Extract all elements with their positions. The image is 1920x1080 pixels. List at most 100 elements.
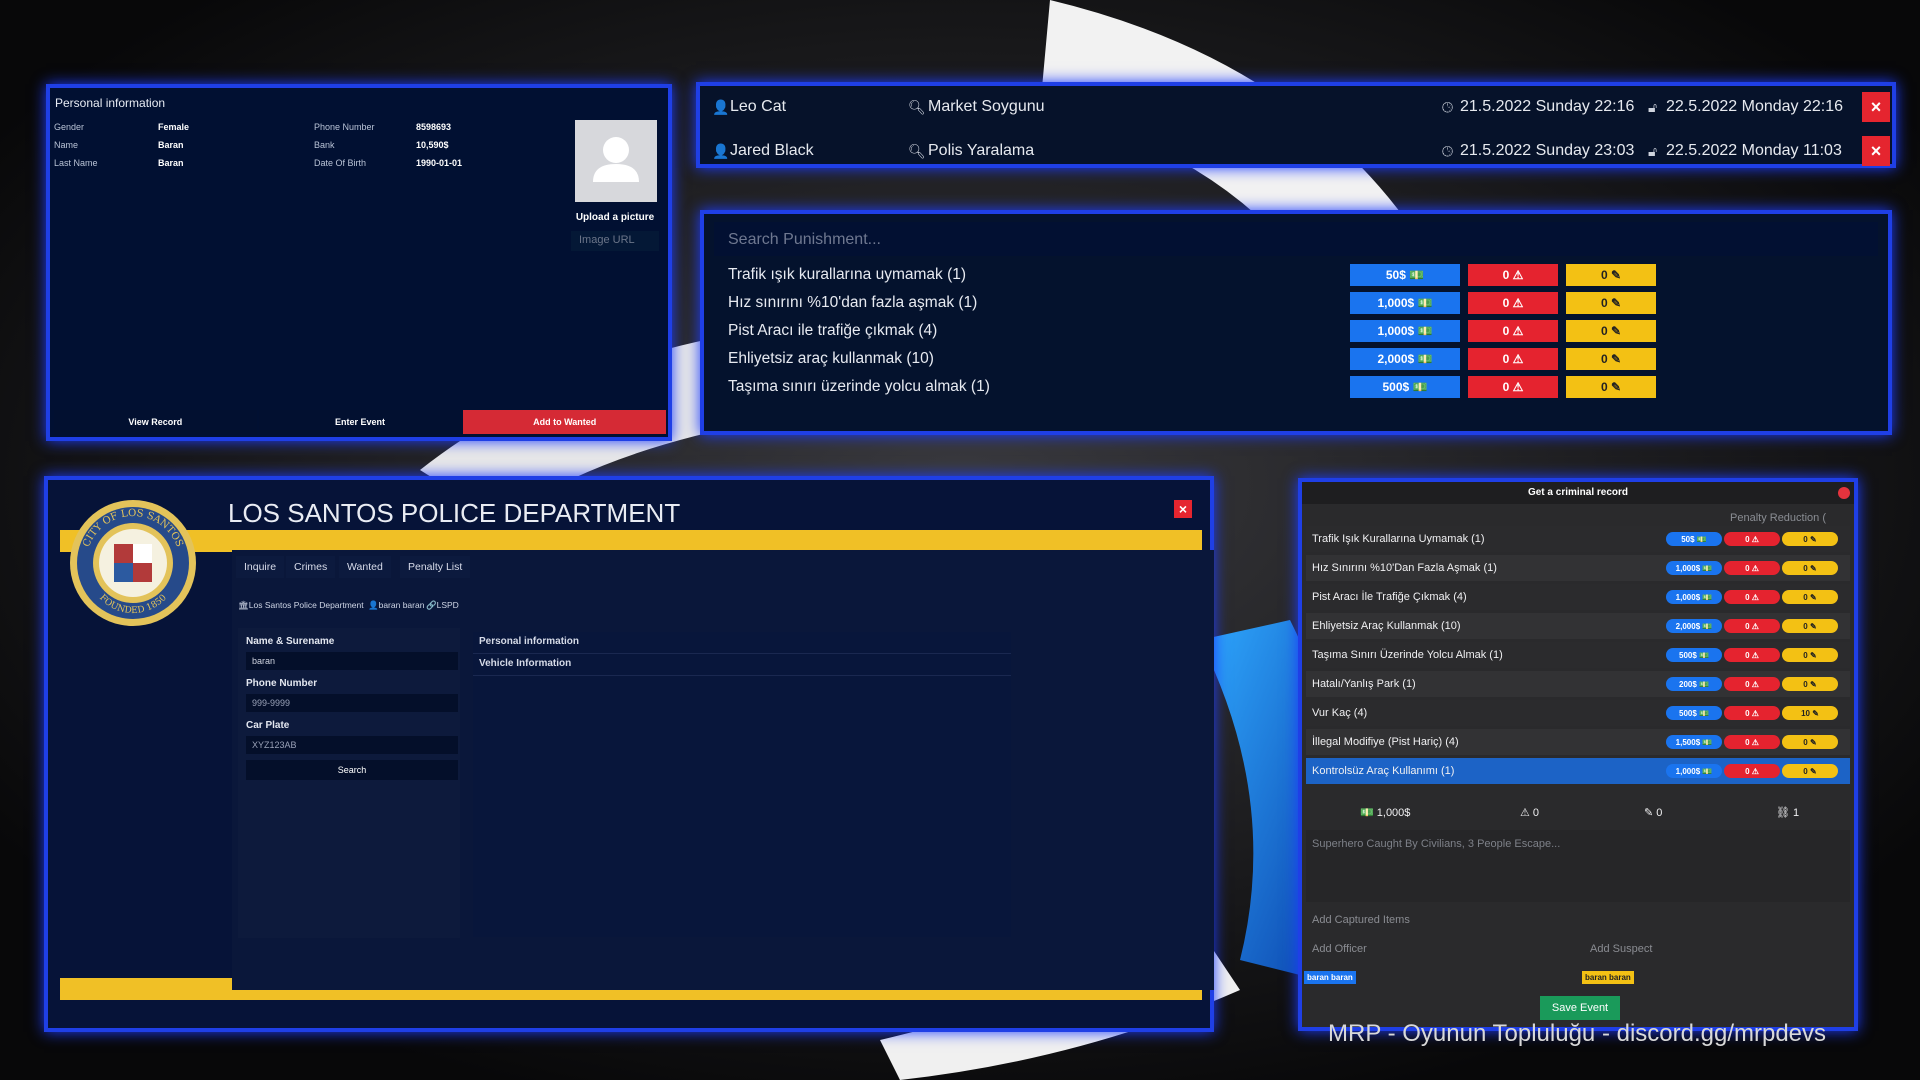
jail-chip[interactable]: 0 ✎ [1566, 320, 1656, 342]
punishment-row[interactable]: Trafik ışık kurallarına uymamak (1) 50$ … [714, 260, 1878, 290]
fine-chip[interactable]: 2,000$ 💵 [1666, 619, 1722, 633]
close-dot-icon[interactable] [1838, 487, 1850, 499]
jail-chip[interactable]: 0 ✎ [1782, 532, 1838, 546]
info-panel: Personal information Vehicle Information [473, 632, 1011, 937]
criminal-record-panel: Get a criminal record Penalty Reduction … [1298, 478, 1858, 1031]
jail-chip[interactable]: 0 ✎ [1782, 619, 1838, 633]
fine-chip[interactable]: 1,000$ 💵 [1350, 320, 1460, 342]
warning-chip[interactable]: 0 ⚠ [1468, 320, 1558, 342]
fine-chip[interactable]: 1,000$ 💵 [1666, 590, 1722, 604]
fine-chip[interactable]: 500$ 💵 [1666, 706, 1722, 720]
jail-chip[interactable]: 10 ✎ [1782, 706, 1838, 720]
jail-chip[interactable]: 0 ✎ [1782, 561, 1838, 575]
fine-chip[interactable]: 50$ 💵 [1350, 264, 1460, 286]
warning-chip[interactable]: 0 ⚠ [1468, 264, 1558, 286]
close-record-button[interactable]: × [1862, 92, 1890, 122]
fine-chip[interactable]: 1,000$ 💵 [1666, 764, 1722, 778]
fine-chip[interactable]: 500$ 💵 [1666, 648, 1722, 662]
criminal-row[interactable]: İllegal Modifiye (Pist Hariç) (4) 1,500$… [1306, 729, 1850, 755]
vehicle-information-item[interactable]: Vehicle Information [473, 654, 1011, 676]
search-button[interactable]: Search [246, 760, 458, 780]
criminal-row[interactable]: Hatalı/Yanlış Park (1) 200$ 💵 0 ⚠ 0 ✎ [1306, 671, 1850, 697]
save-event-button[interactable]: Save Event [1540, 996, 1620, 1020]
fine-chip[interactable]: 200$ 💵 [1666, 677, 1722, 691]
jail-chip[interactable]: 0 ✎ [1782, 677, 1838, 691]
criminal-row[interactable]: Ehliyetsiz Araç Kullanmak (10) 2,000$ 💵 … [1306, 613, 1850, 639]
criminal-row[interactable]: Pist Aracı İle Trafiğe Çıkmak (4) 1,000$… [1306, 584, 1850, 610]
fine-chip[interactable]: 50$ 💵 [1666, 532, 1722, 546]
fine-chip[interactable]: 2,000$ 💵 [1350, 348, 1460, 370]
officer-tag[interactable]: baran baran [1304, 971, 1356, 984]
jail-chip[interactable]: 0 ✎ [1566, 292, 1656, 314]
search-punishment-input[interactable]: Search Punishment... [714, 222, 1878, 256]
jail-chip[interactable]: 0 ✎ [1782, 764, 1838, 778]
captured-items-input[interactable]: Add Captured Items [1306, 908, 1444, 932]
suspect-tag[interactable]: baran baran [1582, 971, 1634, 984]
warning-chip[interactable]: 0 ⚠ [1724, 590, 1780, 604]
criminal-row[interactable]: Hız Sınırını %10'Dan Fazla Aşmak (1) 1,0… [1306, 555, 1850, 581]
fine-chip[interactable]: 500$ 💵 [1350, 376, 1460, 398]
crime-label: Trafik Işık Kurallarına Uymamak (1) [1312, 533, 1485, 545]
view-record-button[interactable]: View Record [54, 410, 257, 434]
header-stripe [60, 530, 1202, 552]
breadcrumb-lspd[interactable]: 🔗LSPD [426, 600, 459, 611]
add-to-wanted-button[interactable]: Add to Wanted [463, 410, 667, 434]
warning-chip[interactable]: 0 ⚠ [1724, 619, 1780, 633]
breadcrumb-user[interactable]: 👤baran baran [368, 600, 424, 611]
warning-chip[interactable]: 0 ⚠ [1724, 561, 1780, 575]
tab-inquire[interactable]: Inquire [236, 556, 285, 578]
punishment-row[interactable]: Hız sınırını %10'dan fazla aşmak (1) 1,0… [714, 288, 1878, 318]
criminal-row[interactable]: Trafik Işık Kurallarına Uymamak (1) 50$ … [1306, 526, 1850, 552]
warning-chip[interactable]: 0 ⚠ [1468, 348, 1558, 370]
criminal-row[interactable]: Kontrolsüz Araç Kullanımı (1) 1,000$ 💵 0… [1306, 758, 1850, 784]
tab-crimes[interactable]: Crimes [286, 556, 336, 578]
warning-chip[interactable]: 0 ⚠ [1724, 764, 1780, 778]
description-textarea[interactable]: Superhero Caught By Civilians, 3 People … [1306, 830, 1850, 902]
name-surname-input[interactable]: baran [246, 652, 458, 670]
close-window-button[interactable]: × [1174, 500, 1192, 518]
jail-chip[interactable]: 0 ✎ [1782, 590, 1838, 604]
record-start: 21.5.2022 Sunday 22:16 [1460, 98, 1635, 115]
enter-event-button[interactable]: Enter Event [258, 410, 462, 434]
close-record-button[interactable]: × [1862, 136, 1890, 166]
warning-chip[interactable]: 0 ⚠ [1468, 376, 1558, 398]
personal-information-item[interactable]: Personal information [473, 632, 1011, 654]
crime-label: Hatalı/Yanlış Park (1) [1312, 678, 1416, 690]
punishment-panel: Search Punishment... Trafik ışık kuralla… [700, 210, 1892, 435]
warning-chip[interactable]: 0 ⚠ [1468, 292, 1558, 314]
captured-items-field[interactable] [1448, 908, 1850, 932]
phone-number-input[interactable]: 999-9999 [246, 694, 458, 712]
penalty-reduction-input[interactable]: Penalty Reduction ( [1730, 512, 1826, 524]
breadcrumb-department[interactable]: 🏛Los Santos Police Department [238, 600, 364, 611]
criminal-row[interactable]: Taşıma Sınırı Üzerinde Yolcu Almak (1) 5… [1306, 642, 1850, 668]
warning-chip[interactable]: 0 ⚠ [1724, 532, 1780, 546]
warning-chip[interactable]: 0 ⚠ [1724, 677, 1780, 691]
phone-label: Phone Number [314, 122, 375, 132]
image-url-input[interactable]: Image URL [571, 231, 659, 251]
warning-chip[interactable]: 0 ⚠ [1724, 735, 1780, 749]
jail-chip[interactable]: 0 ✎ [1566, 348, 1656, 370]
punishment-row[interactable]: Pist Aracı ile trafiğe çıkmak (4) 1,000$… [714, 316, 1878, 346]
punishment-label: Taşıma sınırı üzerinde yolcu almak (1) [728, 378, 990, 395]
fine-chip[interactable]: 1,000$ 💵 [1350, 292, 1460, 314]
record-start: 21.5.2022 Sunday 23:03 [1460, 142, 1635, 159]
jail-chip[interactable]: 0 ✎ [1566, 264, 1656, 286]
criminal-row[interactable]: Vur Kaç (4) 500$ 💵 0 ⚠ 10 ✎ [1306, 700, 1850, 726]
jail-chip[interactable]: 0 ✎ [1782, 735, 1838, 749]
warning-chip[interactable]: 0 ⚠ [1724, 648, 1780, 662]
avatar[interactable] [575, 120, 657, 202]
fine-chip[interactable]: 1,000$ 💵 [1666, 561, 1722, 575]
jail-chip[interactable]: 0 ✎ [1566, 376, 1656, 398]
user-icon: 👤 [712, 142, 730, 159]
add-suspect-input[interactable]: Add Suspect [1584, 937, 1850, 961]
tab-wanted[interactable]: Wanted [339, 556, 391, 578]
car-plate-input[interactable]: XYZ123AB [246, 736, 458, 754]
fine-chip[interactable]: 1,500$ 💵 [1666, 735, 1722, 749]
warning-chip[interactable]: 0 ⚠ [1724, 706, 1780, 720]
upload-picture-button[interactable]: Upload a picture [568, 212, 662, 223]
jail-chip[interactable]: 0 ✎ [1782, 648, 1838, 662]
punishment-row[interactable]: Ehliyetsiz araç kullanmak (10) 2,000$ 💵 … [714, 344, 1878, 374]
add-officer-input[interactable]: Add Officer [1306, 937, 1578, 961]
tab-penalty-list[interactable]: Penalty List [400, 556, 471, 578]
punishment-row[interactable]: Taşıma sınırı üzerinde yolcu almak (1) 5… [714, 372, 1878, 402]
